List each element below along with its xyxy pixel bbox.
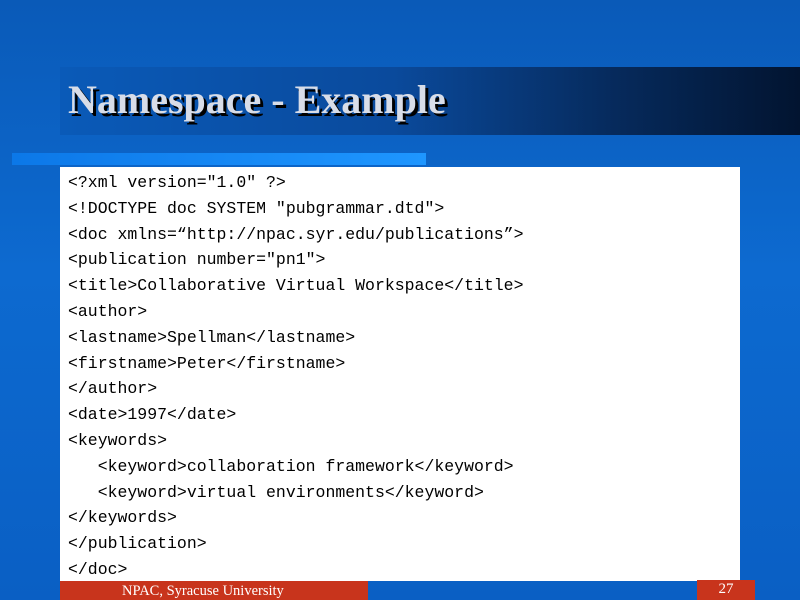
code-line: <keywords> bbox=[68, 430, 168, 450]
code-line: </keywords> bbox=[68, 508, 177, 528]
code-line: <keyword>virtual environments</keyword> bbox=[68, 482, 484, 502]
code-line: <firstname>Peter</firstname> bbox=[68, 353, 346, 373]
code-line: <lastname>Spellman</lastname> bbox=[68, 327, 356, 347]
page-number: 27 bbox=[718, 581, 734, 597]
code-line: <date>1997</date> bbox=[68, 405, 237, 425]
code-line: </author> bbox=[68, 379, 158, 399]
code-line: <author> bbox=[68, 301, 148, 321]
code-listing: <?xml version="1.0" ?> <!DOCTYPE doc SYS… bbox=[68, 170, 523, 583]
accent-bar bbox=[12, 153, 426, 165]
code-line: <!DOCTYPE doc SYSTEM "pubgrammar.dtd"> bbox=[68, 198, 445, 218]
footer-organization: NPAC, Syracuse University bbox=[122, 583, 284, 599]
code-line: <keyword>collaboration framework</keywor… bbox=[68, 456, 514, 476]
slide-title: Namespace - Example bbox=[68, 77, 446, 122]
code-line: </publication> bbox=[68, 534, 207, 554]
code-line: <title>Collaborative Virtual Workspace</… bbox=[68, 276, 524, 296]
code-line: </doc> bbox=[68, 559, 128, 579]
code-line: <?xml version="1.0" ?> bbox=[68, 173, 286, 192]
code-line: <publication number="pn1"> bbox=[68, 250, 326, 270]
code-line: <doc xmlns=“http://npac.syr.edu/publicat… bbox=[68, 224, 524, 244]
